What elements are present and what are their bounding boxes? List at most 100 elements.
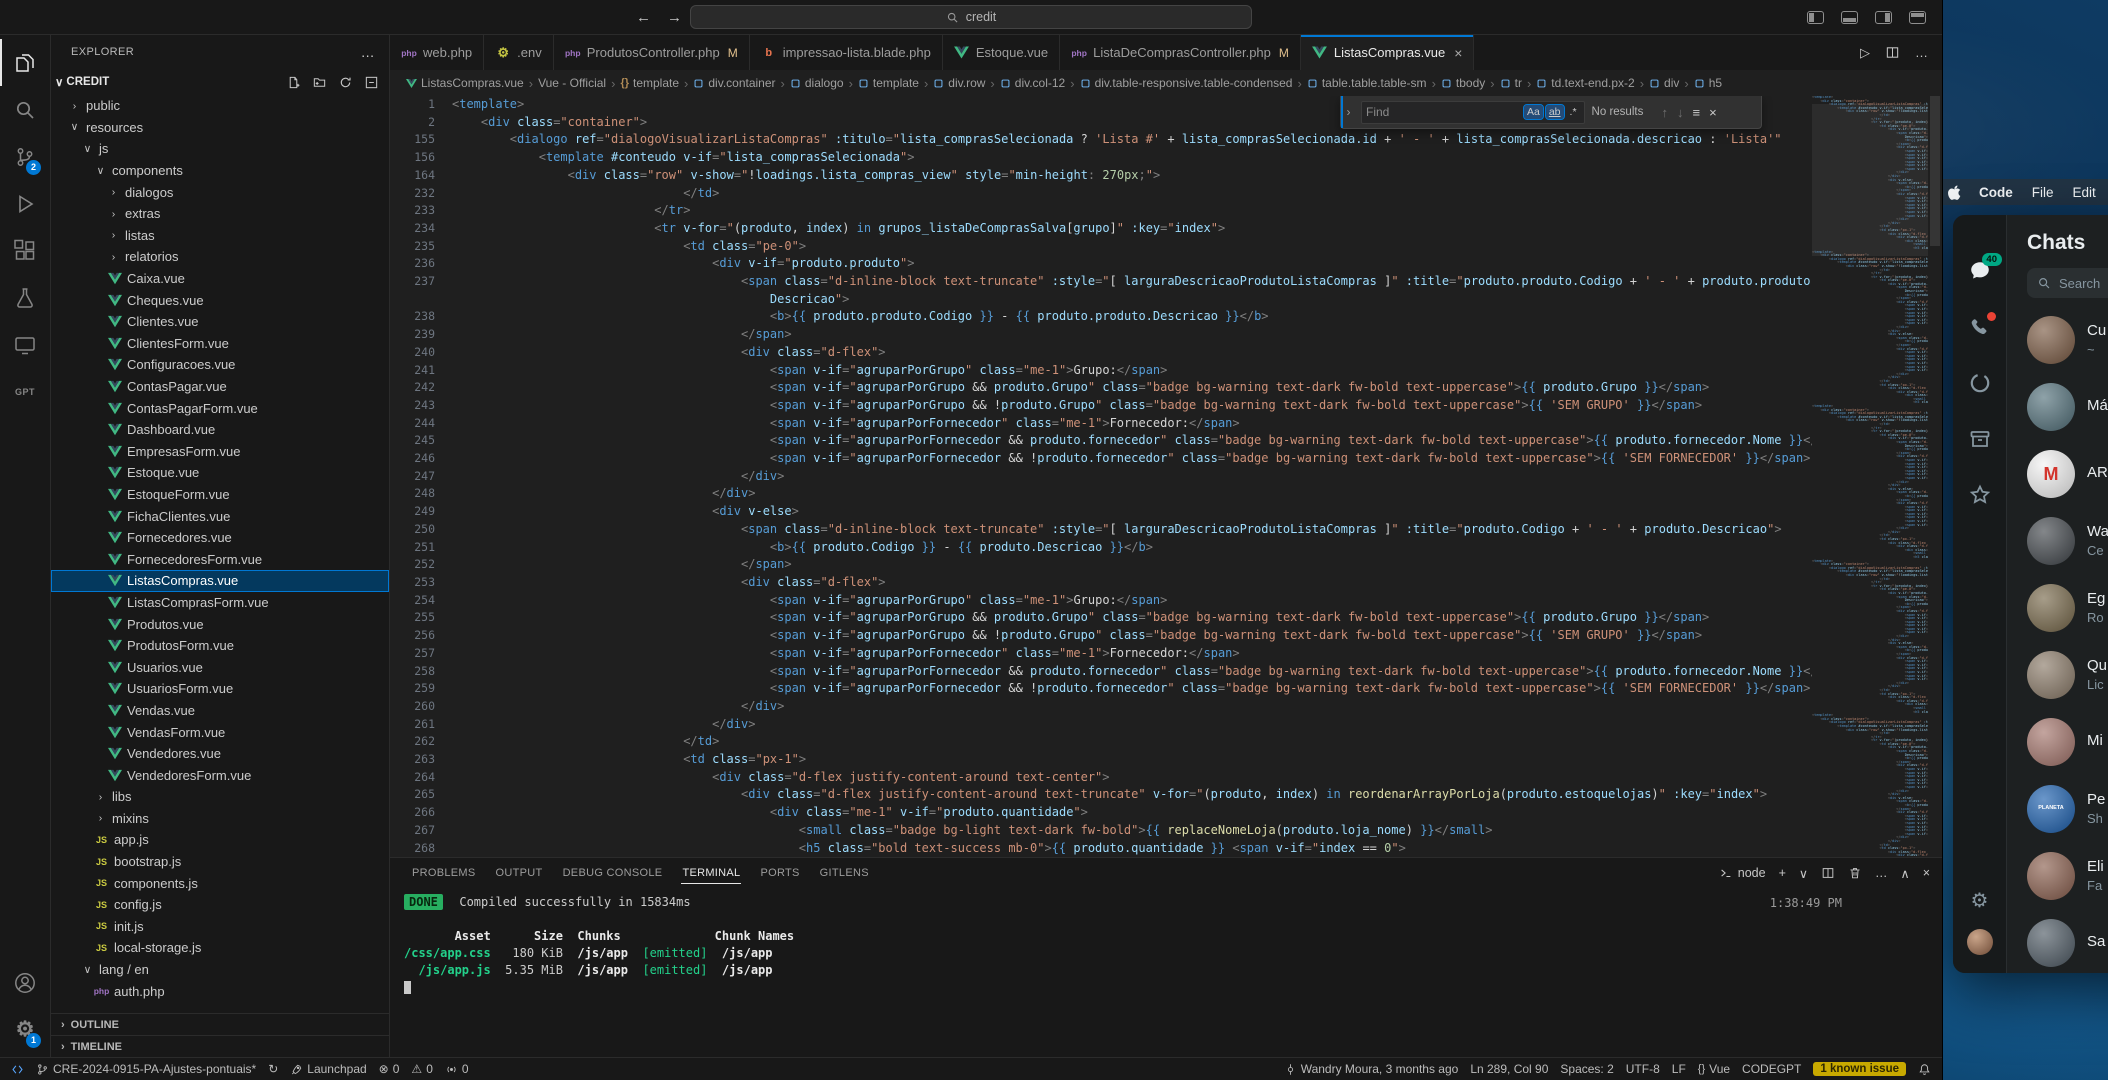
activity-remote-explorer[interactable] bbox=[0, 321, 50, 368]
customize-layout-icon[interactable] bbox=[1909, 11, 1926, 24]
tree-item-clientesform-vue[interactable]: ClientesForm.vue bbox=[51, 333, 389, 355]
scrollbar[interactable] bbox=[1928, 96, 1942, 857]
whatsapp-search-input[interactable]: Search bbox=[2027, 268, 2108, 298]
tree-item-public[interactable]: ›public bbox=[51, 95, 389, 117]
find-input[interactable] bbox=[1366, 105, 1521, 119]
chat-list-item[interactable]: Cu~ bbox=[2027, 306, 2108, 373]
tree-item-relatorios[interactable]: ›relatorios bbox=[51, 246, 389, 268]
code-line[interactable]: 264 <div class="d-flex justify-content-a… bbox=[390, 769, 1812, 787]
panel-action-chevdown[interactable]: ∨ bbox=[1799, 866, 1808, 881]
code-line[interactable]: 240 <div class="d-flex"> bbox=[390, 344, 1812, 362]
toggle-secondary-sidebar-icon[interactable] bbox=[1875, 11, 1892, 24]
newfile-icon[interactable] bbox=[286, 75, 301, 90]
crumb-div-table-responsive-table-condensed[interactable]: div.table-responsive.table-condensed bbox=[1080, 76, 1293, 90]
tree-item-vendas-vue[interactable]: Vendas.vue bbox=[51, 700, 389, 722]
find-previous-icon[interactable]: ↑ bbox=[1661, 105, 1670, 120]
scrollbar-thumb[interactable] bbox=[1930, 96, 1940, 246]
status-remote[interactable] bbox=[5, 1058, 30, 1080]
chat-list-item[interactable]: Má bbox=[2027, 373, 2108, 440]
code-line[interactable]: 242 <span v-if="agruparPorGrupo && produ… bbox=[390, 379, 1812, 397]
code-line[interactable]: 262 </td> bbox=[390, 733, 1812, 751]
tree-item-fornecedoresform-vue[interactable]: FornecedoresForm.vue bbox=[51, 548, 389, 570]
code-line[interactable]: 247 </div> bbox=[390, 468, 1812, 486]
tree-item-js[interactable]: ∨js bbox=[51, 138, 389, 160]
find-option-ab[interactable]: ab bbox=[1546, 105, 1564, 120]
tree-item-init-js[interactable]: JSinit.js bbox=[51, 916, 389, 938]
tree-item-caixa-vue[interactable]: Caixa.vue bbox=[51, 268, 389, 290]
crumb-dialogo[interactable]: dialogo bbox=[790, 76, 844, 90]
tree-item-components-js[interactable]: JScomponents.js bbox=[51, 872, 389, 894]
status-0[interactable]: ⚠0 bbox=[405, 1058, 438, 1080]
code-line[interactable]: 238 <b>{{ produto.produto.Codigo }} - {{… bbox=[390, 308, 1812, 326]
tab-produtoscontroller-php[interactable]: phpProdutosController.phpM bbox=[554, 35, 750, 70]
find-close-icon[interactable]: × bbox=[1708, 105, 1718, 120]
minimap-slider[interactable] bbox=[1812, 104, 1928, 256]
status-ln-289-col-90[interactable]: Ln 289, Col 90 bbox=[1464, 1058, 1554, 1080]
find-in-selection-icon[interactable]: ≡ bbox=[1692, 105, 1702, 120]
crumb-vue-official[interactable]: Vue - Official bbox=[538, 76, 606, 90]
tree-item-mixins[interactable]: ›mixins bbox=[51, 808, 389, 830]
tree-item-listas[interactable]: ›listas bbox=[51, 225, 389, 247]
code-line[interactable]: 260 </div> bbox=[390, 698, 1812, 716]
activity-source-control[interactable]: 2 bbox=[0, 133, 50, 180]
terminal[interactable]: DONE Compiled successfully in 15834ms As… bbox=[390, 888, 1942, 1057]
tree-item-fichaclientes-vue[interactable]: FichaClientes.vue bbox=[51, 505, 389, 527]
code-line[interactable]: 268 <h5 class="bold text-success mb-0">{… bbox=[390, 840, 1812, 857]
tab-web-php[interactable]: phpweb.php bbox=[390, 35, 484, 70]
tree-item-usuariosform-vue[interactable]: UsuariosForm.vue bbox=[51, 678, 389, 700]
tree-item-libs[interactable]: ›libs bbox=[51, 786, 389, 808]
code-line[interactable]: 255 <span v-if="agruparPorGrupo && produ… bbox=[390, 609, 1812, 627]
tree-item-clientes-vue[interactable]: Clientes.vue bbox=[51, 311, 389, 333]
chat-list-item[interactable]: Mi bbox=[2027, 708, 2108, 775]
tree-item-config-js[interactable]: JSconfig.js bbox=[51, 894, 389, 916]
status-cre-2024-0915-pa-ajustes-pontuais[interactable]: CRE-2024-0915-PA-Ajustes-pontuais* bbox=[30, 1058, 262, 1080]
profile-avatar[interactable] bbox=[1967, 929, 1993, 955]
tree-item-listascompras-vue[interactable]: ListasCompras.vue bbox=[51, 570, 389, 592]
panel-action-close[interactable]: × bbox=[1923, 866, 1930, 880]
run-icon[interactable]: ▷ bbox=[1860, 45, 1870, 61]
status-vue[interactable]: {}Vue bbox=[1692, 1058, 1736, 1080]
tree-item-dashboard-vue[interactable]: Dashboard.vue bbox=[51, 419, 389, 441]
code-line[interactable]: 250 <span class="d-inline-block text-tru… bbox=[390, 521, 1812, 539]
chat-list-item[interactable]: Sa bbox=[2027, 909, 2108, 973]
tab-env[interactable]: ⚙.env bbox=[484, 35, 554, 70]
tree-item-local-storage-js[interactable]: JSlocal-storage.js bbox=[51, 937, 389, 959]
tree-item-lang-en[interactable]: ∨lang / en bbox=[51, 959, 389, 981]
project-section-header[interactable]: ∨ CREDIT bbox=[51, 69, 389, 95]
code-line[interactable]: 245 <span v-if="agruparPorFornecedor && … bbox=[390, 432, 1812, 450]
tab-impressao-lista-blade-php[interactable]: bimpressao-lista.blade.php bbox=[750, 35, 943, 70]
tree-item-empresasform-vue[interactable]: EmpresasForm.vue bbox=[51, 441, 389, 463]
crumb-div-col-12[interactable]: div.col-12 bbox=[1000, 76, 1065, 90]
whatsapp-archived-icon[interactable] bbox=[1968, 427, 1992, 451]
chat-list-item[interactable]: EgRo bbox=[2027, 574, 2108, 641]
status-sync[interactable]: ↻ bbox=[262, 1058, 284, 1080]
crumb-tr[interactable]: tr bbox=[1500, 76, 1522, 90]
code-line[interactable]: 248 </div> bbox=[390, 485, 1812, 503]
panel-action-termico[interactable]: node bbox=[1719, 866, 1766, 880]
code-line[interactable]: Descricao"> bbox=[390, 291, 1812, 309]
chat-list-item[interactable]: PLANETAPeSh bbox=[2027, 775, 2108, 842]
tree-item-usuarios-vue[interactable]: Usuarios.vue bbox=[51, 656, 389, 678]
crumb-td-text-end-px-2[interactable]: td.text-end.px-2 bbox=[1536, 76, 1634, 90]
code-line[interactable]: 237 <span class="d-inline-block text-tru… bbox=[390, 273, 1812, 291]
code-line[interactable]: 232 </td> bbox=[390, 185, 1812, 203]
whatsapp-starred-icon[interactable] bbox=[1968, 483, 1992, 507]
whatsapp-calls-icon[interactable] bbox=[1968, 315, 1992, 339]
panel-tab-gitlens[interactable]: GITLENS bbox=[810, 858, 879, 888]
section-outline[interactable]: ›OUTLINE bbox=[51, 1013, 389, 1035]
activity-codegpt[interactable]: GPT bbox=[0, 368, 50, 415]
panel-tab-problems[interactable]: PROBLEMS bbox=[402, 858, 486, 888]
crumb-tbody[interactable]: tbody bbox=[1441, 76, 1485, 90]
activity-accounts[interactable] bbox=[0, 959, 50, 1006]
code-line[interactable]: 164 <div class="row" v-show="!loadings.l… bbox=[390, 167, 1812, 185]
views-more-icon[interactable]: … bbox=[361, 44, 375, 60]
panel-tab-ports[interactable]: PORTS bbox=[750, 858, 809, 888]
code-line[interactable]: 259 <span v-if="agruparPorFornecedor && … bbox=[390, 680, 1812, 698]
status-wandry-moura-3-months-ago[interactable]: Wandry Moura, 3 months ago bbox=[1278, 1058, 1465, 1080]
tree-item-configuracoes-vue[interactable]: Configuracoes.vue bbox=[51, 354, 389, 376]
tree-item-dialogos[interactable]: ›dialogos bbox=[51, 181, 389, 203]
code-line[interactable]: 155 <dialogo ref="dialogoVisualizarLista… bbox=[390, 131, 1812, 149]
whatsapp-chats-icon[interactable]: 40 bbox=[1968, 259, 1992, 283]
newfolder-icon[interactable] bbox=[312, 75, 327, 90]
tree-item-vendedoresform-vue[interactable]: VendedoresForm.vue bbox=[51, 764, 389, 786]
